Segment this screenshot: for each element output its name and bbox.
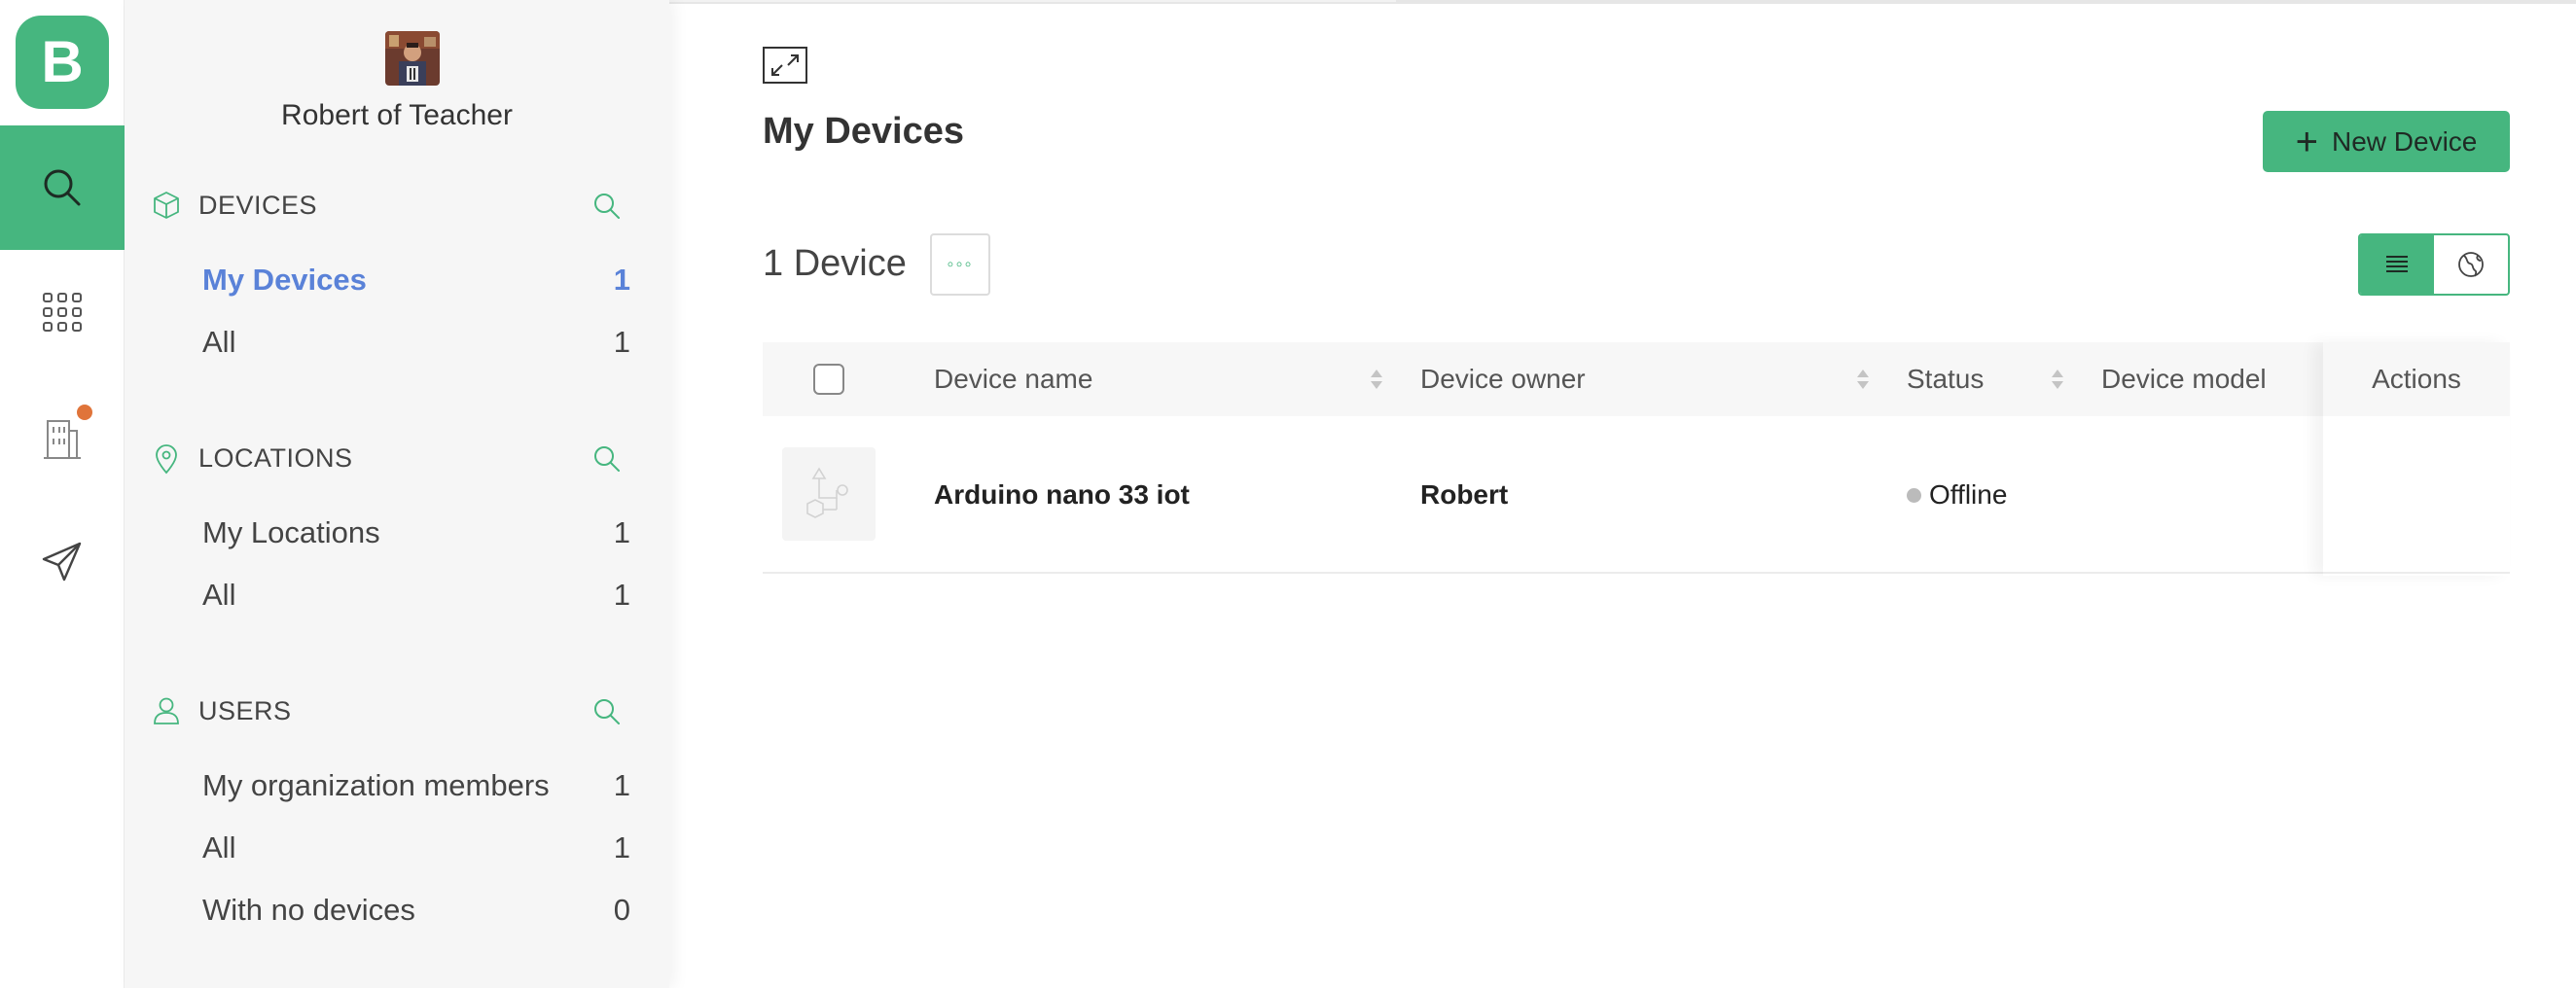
device-placeholder-icon [806,467,848,518]
sidebar-item-label: My Devices [202,263,367,297]
sidebar-item-count: 1 [613,263,630,297]
table-header: Device name Device owner Status Device m… [763,342,2510,416]
sidebar-item-label: My organization members [202,768,550,802]
sort-icon[interactable] [1370,368,1383,391]
select-all-checkbox[interactable] [813,364,844,395]
device-thumbnail [782,447,876,541]
column-header-device-model[interactable]: Device model [2101,342,2267,416]
column-header-actions: Actions [2323,342,2510,416]
column-header-device-name[interactable]: Device name [934,342,1092,416]
more-dots-icon: ◦◦◦ [947,253,974,275]
sidebar-item-my-devices[interactable]: My Devices 1 [202,255,630,305]
globe-icon [2458,252,2484,277]
sidebar-item-all-devices[interactable]: All 1 [202,317,630,368]
sidebar-item-all-users[interactable]: All 1 [202,823,630,873]
app-logo[interactable]: B [16,16,109,109]
status-dot [1907,487,1921,503]
sidebar-item-count: 1 [613,325,630,359]
sidebar-item-my-organization-members[interactable]: My organization members 1 [202,760,630,811]
new-device-button[interactable]: + New Device [2263,111,2510,172]
column-header-device-owner[interactable]: Device owner [1420,342,1586,416]
sidebar-item-label: With no devices [202,893,415,927]
rail-organizations[interactable] [0,374,125,499]
sidebar-item-with-no-devices[interactable]: With no devices 0 [202,885,630,935]
plus-icon: + [2295,120,2318,163]
column-header-status[interactable]: Status [1907,342,1984,416]
table-row[interactable]: Arduino nano 33 iot Robert Offline [763,416,2510,574]
actions-column: Actions [2323,342,2510,576]
grid-icon [43,293,82,332]
page-title: My Devices [763,111,965,152]
sort-icon[interactable] [1856,368,1870,391]
cube-icon [154,192,179,219]
device-status: Offline [1907,416,2007,574]
organization-name: Robert of Teacher [281,99,513,131]
search-icon[interactable] [591,696,623,727]
sidebar-item-label: My Locations [202,515,380,549]
user-icon [154,697,179,724]
section-title-locations: LOCATIONS [198,443,353,473]
rail-apps[interactable] [0,250,125,374]
sort-icon[interactable] [2051,368,2064,391]
notification-dot [77,405,92,420]
device-count: 1 Device [763,243,907,284]
section-title-users: USERS [198,696,292,725]
sidebar-item-my-locations[interactable]: My Locations 1 [202,508,630,558]
rail-search[interactable] [0,125,125,250]
map-view-button[interactable] [2434,235,2508,294]
status-label: Offline [1929,479,2008,510]
sidebar: Robert of Teacher DEVICES My Devices 1 A… [125,0,669,988]
rail-messages[interactable] [0,499,125,623]
sidebar-item-count: 0 [613,893,630,927]
sidebar-item-all-locations[interactable]: All 1 [202,570,630,620]
more-options-button[interactable]: ◦◦◦ [930,233,990,296]
sidebar-item-count: 1 [613,515,630,549]
list-icon [2386,256,2408,272]
search-icon[interactable] [591,443,623,475]
device-name[interactable]: Arduino nano 33 iot [934,416,1190,574]
section-title-devices: DEVICES [198,191,318,220]
paper-plane-icon [42,542,82,582]
expand-icon[interactable] [763,47,807,84]
new-device-button-label: New Device [2331,125,2478,157]
list-view-button[interactable] [2360,235,2434,294]
search-icon[interactable] [591,191,623,222]
sidebar-item-count: 1 [613,768,630,802]
sidebar-item-count: 1 [613,830,630,864]
search-icon [44,169,81,206]
sidebar-item-label: All [202,578,236,612]
device-owner: Robert [1420,479,1509,510]
map-pin-icon [156,444,177,475]
avatar[interactable] [385,31,440,86]
left-rail: B [0,0,125,988]
sidebar-item-label: All [202,830,236,864]
sidebar-item-count: 1 [613,578,630,612]
sidebar-item-label: All [202,325,236,359]
view-toggle [2358,233,2510,296]
building-icon [44,420,81,459]
